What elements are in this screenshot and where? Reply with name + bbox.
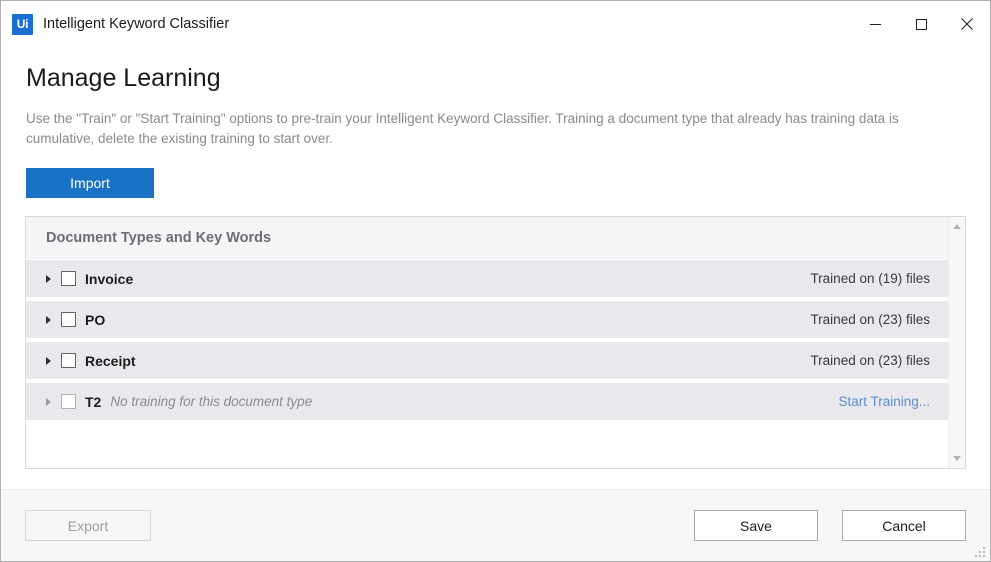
row-label: Invoice	[85, 270, 134, 287]
minimize-icon	[869, 23, 881, 25]
row-label: Receipt	[85, 352, 136, 369]
scroll-down-arrow-icon	[953, 456, 961, 462]
table-row[interactable]: T2 No training for this document type Star…	[26, 383, 948, 421]
window-title: Intelligent Keyword Classifier	[43, 16, 230, 32]
vertical-scrollbar[interactable]	[948, 217, 965, 469]
expand-triangle-icon[interactable]	[46, 356, 51, 365]
document-types-list: Document Types and Key Words Invoice Trai…	[26, 217, 948, 469]
row-training-status: Trained on (23) files	[810, 353, 930, 369]
title-bar: Ui Intelligent Keyword Classifier	[1, 1, 990, 47]
start-training-link[interactable]: Start Training...	[838, 394, 930, 409]
uipath-logo-icon: Ui	[12, 13, 33, 35]
scroll-down-button[interactable]	[950, 451, 965, 466]
row-checkbox[interactable]	[61, 271, 76, 287]
scroll-up-arrow-icon	[953, 224, 961, 230]
page-description: Use the "Train" or "Start Training" opti…	[26, 110, 899, 147]
row-label: T2	[85, 393, 102, 410]
save-button[interactable]: Save	[694, 510, 818, 541]
app-window: Ui Intelligent Keyword Classifier Manage…	[0, 0, 991, 562]
close-button[interactable]	[944, 1, 990, 47]
expand-triangle-icon[interactable]	[46, 274, 51, 283]
row-checkbox[interactable]	[61, 394, 76, 410]
maximize-icon	[915, 18, 927, 30]
page-title: Manage Learning	[26, 64, 221, 92]
main-content: Manage Learning Use the "Train" or "Star…	[1, 47, 990, 489]
scroll-up-button[interactable]	[950, 219, 965, 234]
table-row[interactable]: Invoice Trained on (19) files	[26, 260, 948, 298]
expand-triangle-icon[interactable]	[46, 397, 51, 406]
maximize-button[interactable]	[898, 1, 944, 47]
expand-triangle-icon[interactable]	[46, 315, 51, 324]
document-types-panel: Document Types and Key Words Invoice Trai…	[25, 216, 966, 470]
footer-bar: Export Save Cancel	[1, 489, 990, 561]
table-row[interactable]: Receipt Trained on (23) files	[26, 342, 948, 380]
list-header: Document Types and Key Words	[26, 217, 948, 260]
row-checkbox[interactable]	[61, 353, 76, 369]
resize-grip[interactable]	[973, 545, 985, 557]
row-training-status: Trained on (19) files	[810, 271, 930, 287]
list-rows: Invoice Trained on (19) files PO Trained on…	[26, 259, 948, 469]
export-button[interactable]: Export	[25, 510, 151, 541]
import-button[interactable]: Import	[26, 168, 154, 199]
row-label: PO	[85, 311, 106, 328]
row-note: No training for this document type	[110, 394, 313, 410]
table-row[interactable]: PO Trained on (23) files	[26, 301, 948, 339]
close-icon	[961, 18, 973, 30]
window-controls	[852, 1, 990, 47]
cancel-button[interactable]: Cancel	[842, 510, 966, 541]
row-checkbox[interactable]	[61, 312, 76, 328]
row-training-status: Trained on (23) files	[810, 312, 930, 328]
minimize-button[interactable]	[852, 1, 898, 47]
